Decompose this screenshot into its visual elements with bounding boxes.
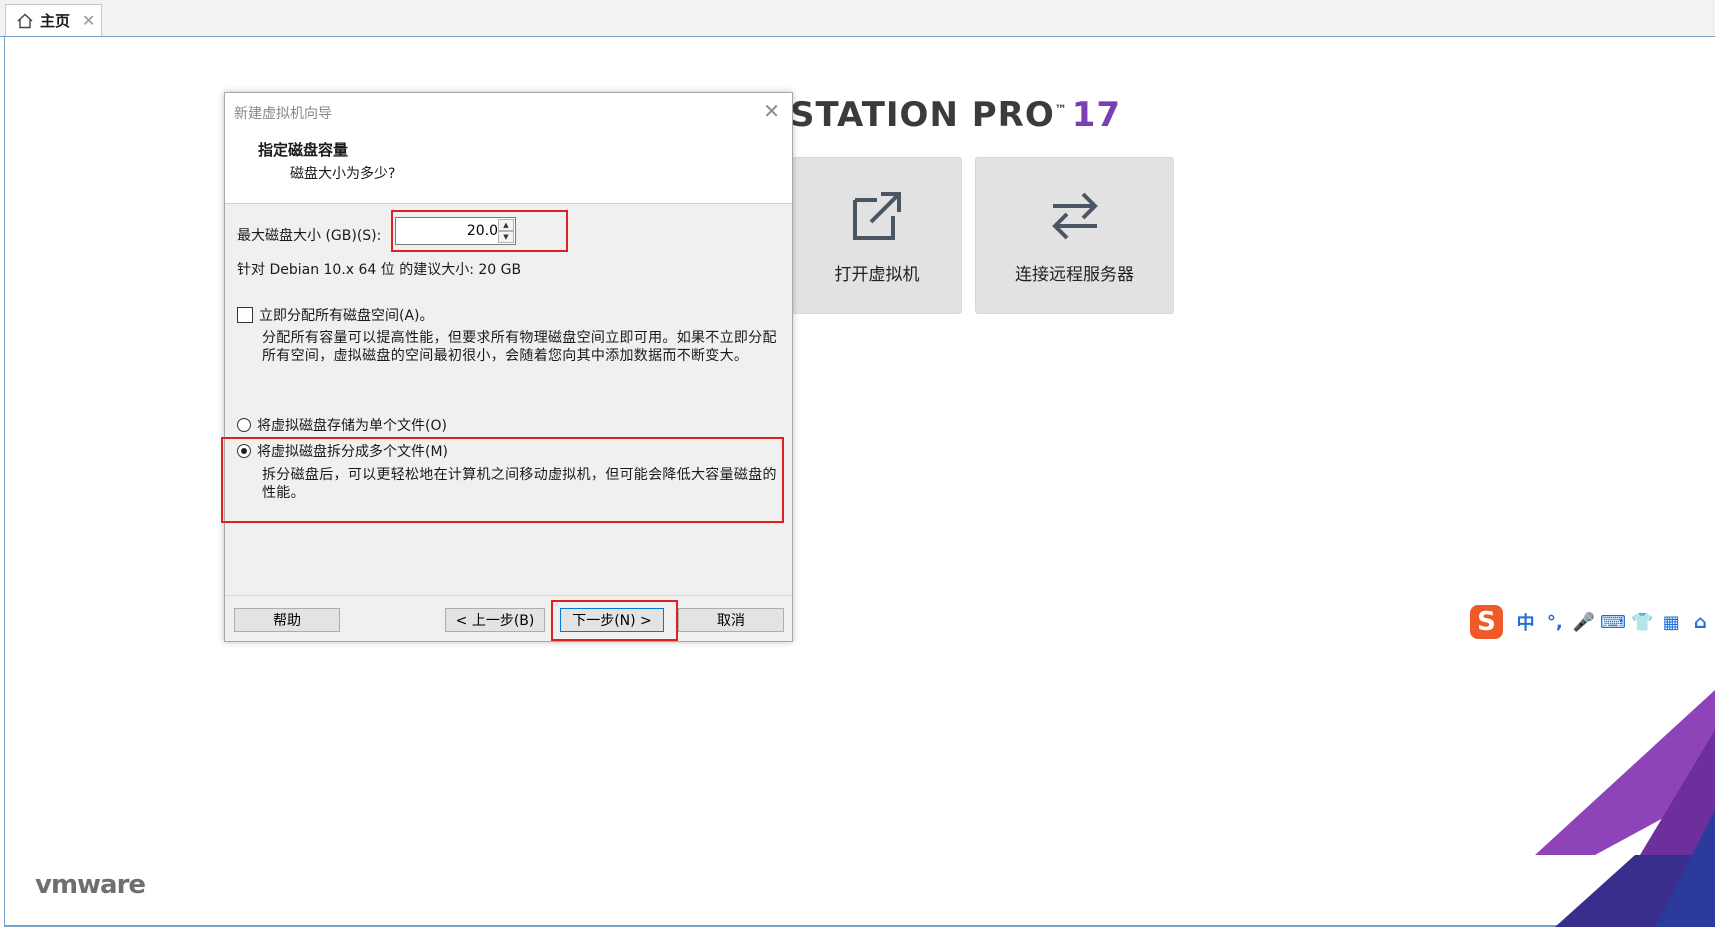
allocate-now-label: 立即分配所有磁盘空间(A)。 <box>259 308 434 324</box>
tab-close-icon[interactable]: ✕ <box>82 11 95 30</box>
open-external-icon <box>853 192 901 240</box>
ime-mode-chinese[interactable]: 中 <box>1511 609 1540 635</box>
dialog-title: 新建虚拟机向导 <box>234 106 332 122</box>
sogou-logo-icon[interactable]: S <box>1470 605 1504 639</box>
max-disk-size-label: 最大磁盘大小 (GB)(S): <box>237 228 382 244</box>
decorative-corner-graphic <box>1535 690 1715 927</box>
swap-arrows-icon <box>1051 192 1098 240</box>
new-vm-wizard-dialog: 新建虚拟机向导 ✕ 指定磁盘容量 磁盘大小为多少? 最大磁盘大小 (GB)(S)… <box>224 92 793 642</box>
ime-more-icon[interactable]: ⌂ <box>1686 612 1715 633</box>
help-button[interactable]: 帮助 <box>234 608 340 632</box>
connect-remote-card[interactable]: 连接远程服务器 <box>975 157 1174 314</box>
annotation-box-split-option <box>221 437 784 523</box>
ime-toolbar: S 中 °, 🎤 ⌨ 👕 ▦ ⌂ <box>1470 604 1715 640</box>
home-icon <box>17 13 33 28</box>
toolbox-grid-icon[interactable]: ▦ <box>1657 612 1686 633</box>
tab-strip: 主页 ✕ <box>0 0 1715 37</box>
product-name: STATION PRO <box>790 95 1055 135</box>
allocate-description: 分配所有容量可以提高性能，但要求所有物理磁盘空间立即可用。如果不立即分配所有空间… <box>262 330 777 364</box>
product-heading: STATION PRO™ 17 <box>790 95 1121 135</box>
radio-unchecked-icon[interactable] <box>237 418 251 432</box>
step-heading: 指定磁盘容量 <box>258 141 349 159</box>
product-version: 17 <box>1071 95 1122 135</box>
open-vm-label: 打开虚拟机 <box>834 265 920 285</box>
annotation-box-disk-size <box>391 210 568 252</box>
keyboard-icon[interactable]: ⌨ <box>1598 612 1627 633</box>
single-file-label: 将虚拟磁盘存储为单个文件(O) <box>257 418 447 434</box>
footer-divider <box>225 595 792 596</box>
cancel-button[interactable]: 取消 <box>678 608 784 632</box>
back-button[interactable]: < 上一步(B) <box>445 608 545 632</box>
dialog-close-icon[interactable]: ✕ <box>763 99 780 123</box>
skin-shirt-icon[interactable]: 👕 <box>1628 612 1657 633</box>
annotation-box-next-button <box>551 600 678 641</box>
tab-home-label: 主页 <box>40 12 71 30</box>
dialog-header: 新建虚拟机向导 ✕ 指定磁盘容量 磁盘大小为多少? <box>225 93 792 204</box>
tab-home[interactable]: 主页 ✕ <box>5 4 102 36</box>
vmware-logo: vmware <box>35 870 146 900</box>
open-vm-card[interactable]: 打开虚拟机 <box>792 157 962 314</box>
trademark-mark: ™ <box>1054 102 1068 117</box>
recommended-size-text: 针对 Debian 10.x 64 位 的建议大小: 20 GB <box>237 262 522 278</box>
allocate-now-checkbox[interactable]: 立即分配所有磁盘空间(A)。 <box>237 305 434 325</box>
vmware-workstation-window: 主页 ✕ STATION PRO™ 17 打开虚拟机 连接远程服务器 vmware… <box>0 0 1715 931</box>
step-subheading: 磁盘大小为多少? <box>290 166 396 182</box>
checkbox-icon[interactable] <box>237 307 253 323</box>
ime-punctuation-icon[interactable]: °, <box>1540 612 1569 633</box>
single-file-radio[interactable]: 将虚拟磁盘存储为单个文件(O) <box>237 415 447 435</box>
microphone-icon[interactable]: 🎤 <box>1569 612 1598 633</box>
connect-remote-label: 连接远程服务器 <box>1015 265 1134 285</box>
